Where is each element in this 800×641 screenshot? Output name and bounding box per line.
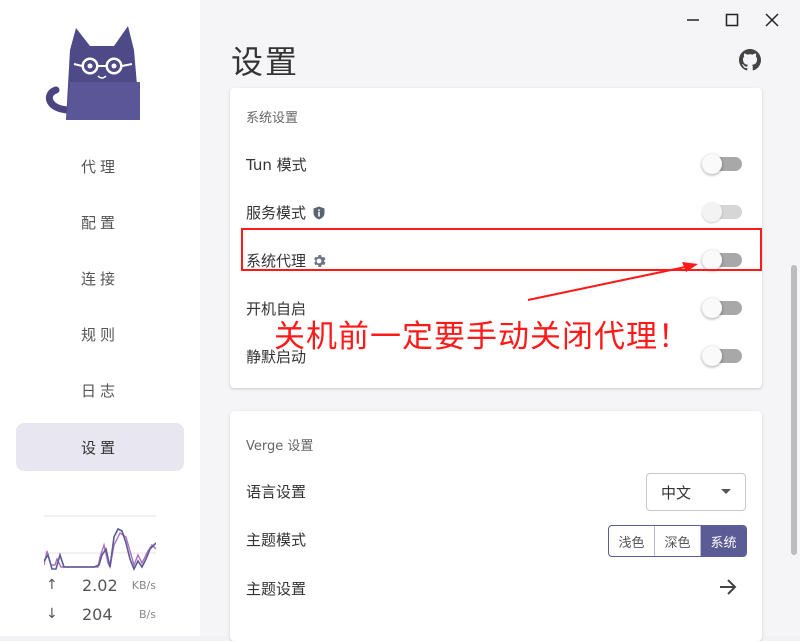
upload-arrow-icon: ↑ — [46, 577, 58, 593]
theme-mode-system-button[interactable]: 系统 — [701, 526, 746, 556]
page-title: 设置 — [231, 43, 300, 81]
sidebar-item-label: 代理 — [80, 157, 119, 176]
maximize-icon — [725, 13, 739, 27]
language-select[interactable]: 中文 — [646, 473, 746, 511]
github-icon[interactable] — [739, 49, 761, 71]
sidebar-item-rules[interactable]: 规则 — [16, 310, 184, 358]
maximize-button[interactable] — [720, 8, 744, 32]
sidebar-item-proxy[interactable]: 代理 — [16, 142, 184, 190]
close-button[interactable] — [760, 8, 784, 32]
service-mode-label: 服务模式 — [246, 204, 307, 222]
annotation-highlight-box — [241, 228, 762, 271]
sidebar-item-label: 连接 — [80, 269, 119, 288]
language-label: 语言设置 — [246, 483, 307, 501]
silent-start-switch[interactable] — [702, 346, 742, 366]
upload-speed: ↑ 2.02 KB/s — [44, 576, 160, 597]
theme-mode-label: 主题模式 — [246, 531, 307, 549]
traffic-graph — [44, 515, 156, 571]
sidebar-item-connections[interactable]: 连接 — [16, 254, 184, 302]
sidebar: 代理 配置 连接 规则 日志 设置 ↑ 2.02 KB/s ↓ 204 B/s — [0, 0, 200, 636]
theme-settings-label: 主题设置 — [246, 580, 307, 598]
theme-mode-light-button[interactable]: 浅色 — [609, 526, 655, 556]
download-arrow-icon: ↓ — [46, 606, 58, 622]
language-select-value: 中文 — [661, 484, 692, 502]
cat-logo — [45, 26, 140, 120]
setting-row-theme-settings[interactable]: 主题设置 — [230, 566, 762, 610]
sidebar-item-profiles[interactable]: 配置 — [16, 198, 184, 246]
theme-mode-toggle-group: 浅色 深色 系统 — [608, 525, 747, 557]
download-unit: B/s — [139, 608, 156, 621]
autostart-switch[interactable] — [702, 298, 742, 318]
sidebar-item-label: 规则 — [80, 325, 119, 344]
chevron-down-icon — [721, 489, 731, 494]
download-value: 204 — [82, 605, 113, 624]
upload-value: 2.02 — [82, 576, 118, 595]
service-mode-switch[interactable] — [702, 202, 742, 222]
close-icon — [765, 13, 779, 27]
setting-row-tun: Tun 模式 — [230, 142, 762, 186]
theme-mode-dark-button[interactable]: 深色 — [655, 526, 701, 556]
verge-settings-card: Verge 设置 语言设置 中文 主题模式 浅色 深色 系统 主题设置 — [230, 411, 762, 641]
arrow-right-icon[interactable] — [718, 577, 738, 597]
download-speed: ↓ 204 B/s — [44, 605, 160, 626]
sidebar-item-label: 配置 — [80, 213, 119, 232]
sidebar-item-label: 设置 — [80, 438, 119, 457]
system-settings-title: 系统设置 — [246, 111, 299, 126]
app-window: 代理 配置 连接 规则 日志 设置 ↑ 2.02 KB/s ↓ 204 B/s … — [0, 0, 800, 641]
minimize-icon — [687, 19, 699, 21]
tun-mode-switch[interactable] — [702, 154, 742, 174]
upload-line — [44, 527, 156, 571]
upload-unit: KB/s — [131, 579, 156, 592]
sidebar-item-settings[interactable]: 设置 — [16, 423, 184, 471]
minimize-button[interactable] — [681, 8, 705, 32]
scrollbar[interactable] — [791, 265, 797, 555]
annotation-text: 关机前一定要手动关闭代理！ — [274, 319, 690, 355]
shield-info-icon[interactable] — [312, 206, 326, 220]
tun-mode-label: Tun 模式 — [246, 156, 307, 174]
sidebar-item-logs[interactable]: 日志 — [16, 366, 184, 414]
sidebar-item-label: 日志 — [80, 381, 119, 400]
verge-settings-title: Verge 设置 — [246, 439, 314, 454]
